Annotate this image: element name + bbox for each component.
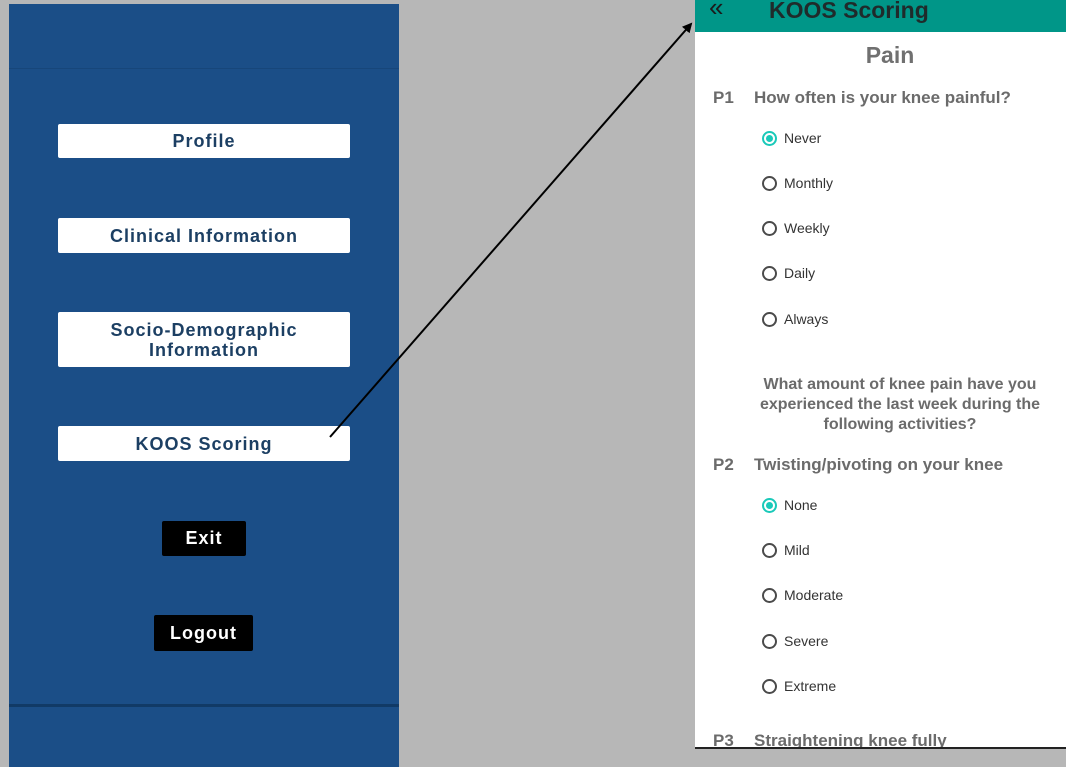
- p1-option-label: Weekly: [784, 220, 830, 236]
- section-title: Pain: [865, 42, 915, 68]
- p2-option-label: Severe: [784, 633, 829, 649]
- radio-unselected-icon: [762, 311, 777, 327]
- menu-bottom-divider: [9, 704, 399, 707]
- koos-scoring-screen: « KOOS Scoring Pain P1 How often is your …: [695, 0, 1066, 749]
- p1-option-never[interactable]: Never: [762, 127, 821, 149]
- p2-option-label: Extreme: [784, 678, 837, 694]
- radio-unselected-icon: [762, 265, 777, 281]
- question-p1-number: P1: [713, 88, 734, 107]
- clinical-information-button[interactable]: Clinical Information: [58, 218, 350, 253]
- instruction-text: What amount of knee pain have you experi…: [759, 376, 1041, 433]
- p2-option-severe[interactable]: Severe: [762, 630, 828, 652]
- p2-option-none[interactable]: None: [762, 494, 817, 516]
- logout-button[interactable]: Logout: [154, 615, 253, 651]
- question-p1: P1 How often is your knee painful?: [713, 88, 1011, 108]
- logout-button-label: Logout: [170, 622, 237, 643]
- socio-demographic-label-line2: Information: [149, 339, 259, 360]
- menu-top-divider: [9, 68, 399, 69]
- main-menu-screen: Profile Clinical Information Socio-Demog…: [9, 4, 399, 767]
- question-p2-text: Twisting/pivoting on your knee: [754, 455, 1004, 474]
- screen-bottom-border: [695, 747, 1066, 749]
- radio-unselected-icon: [762, 542, 777, 558]
- question-p2-number: P2: [713, 455, 734, 474]
- clinical-information-button-label: Clinical Information: [109, 225, 298, 246]
- app-bar: « KOOS Scoring: [695, 0, 1066, 32]
- p2-option-label: Mild: [784, 542, 810, 558]
- radio-selected-icon: [762, 130, 777, 146]
- exit-button[interactable]: Exit: [162, 521, 246, 556]
- p1-option-label: Daily: [784, 265, 816, 281]
- p2-option-label: Moderate: [784, 587, 844, 603]
- p2-option-mild[interactable]: Mild: [762, 539, 810, 561]
- radio-selected-icon: [762, 497, 777, 513]
- p1-option-label: Always: [784, 311, 829, 327]
- question-p1-text: How often is your knee painful?: [754, 88, 1011, 107]
- p2-option-moderate[interactable]: Moderate: [762, 584, 843, 606]
- app-bar-title: KOOS Scoring: [769, 0, 929, 23]
- p1-option-always[interactable]: Always: [762, 308, 828, 330]
- p1-option-weekly[interactable]: Weekly: [762, 217, 830, 239]
- radio-unselected-icon: [762, 678, 777, 694]
- socio-demographic-label-line1: Socio-Demographic: [110, 319, 298, 340]
- p1-option-label: Monthly: [784, 175, 834, 191]
- radio-unselected-icon: [762, 175, 777, 191]
- radio-unselected-icon: [762, 633, 777, 649]
- p1-option-monthly[interactable]: Monthly: [762, 172, 833, 194]
- profile-button[interactable]: Profile: [58, 124, 350, 158]
- profile-button-label: Profile: [172, 131, 236, 151]
- radio-unselected-icon: [762, 220, 777, 236]
- socio-demographic-information-button[interactable]: Socio-Demographic Information: [58, 312, 350, 367]
- question-p2: P2 Twisting/pivoting on your knee: [713, 455, 1003, 475]
- p1-option-label: Never: [784, 130, 822, 146]
- back-chevron-icon[interactable]: «: [709, 0, 733, 24]
- exit-button-label: Exit: [185, 528, 223, 548]
- socio-demographic-button-label: Socio-Demographic Information: [110, 320, 297, 360]
- p2-option-extreme[interactable]: Extreme: [762, 675, 836, 697]
- koos-scoring-button[interactable]: KOOS Scoring: [58, 426, 350, 461]
- p1-option-daily[interactable]: Daily: [762, 262, 815, 284]
- p2-option-label: None: [784, 497, 818, 513]
- radio-unselected-icon: [762, 587, 777, 603]
- koos-scoring-button-label: KOOS Scoring: [135, 433, 273, 454]
